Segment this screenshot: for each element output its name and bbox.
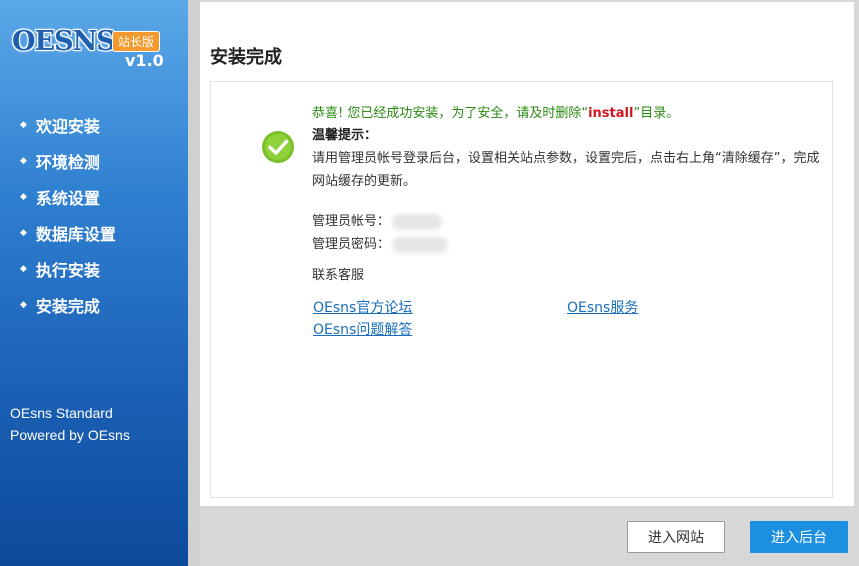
main-panel: 安装完成 恭喜! 您已经成功安装，为了安全，请及时删除“install”目录。 … xyxy=(200,2,854,506)
bullet-icon: ◆ xyxy=(20,300,27,310)
nav-item-label: 执行安装 xyxy=(35,261,100,280)
nav-item-label: 安装完成 xyxy=(35,297,100,316)
logo-text: OESNS xyxy=(12,26,116,57)
version-label: v1.0 xyxy=(125,51,164,70)
nav-item-env-check: ◆ 环境检测 xyxy=(20,143,116,179)
nav-item-welcome: ◆ 欢迎安装 xyxy=(20,107,116,143)
nav-item-label: 环境检测 xyxy=(35,153,100,172)
support-links: OEsns官方论坛 OEsns服务 OEsns问题解答 xyxy=(312,297,822,341)
tip-title: 温馨提示： xyxy=(312,128,378,143)
nav-item-run-install: ◆ 执行安装 xyxy=(20,251,116,287)
bullet-icon: ◆ xyxy=(20,228,27,238)
redacted-password xyxy=(392,236,449,253)
enter-site-button[interactable]: 进入网站 xyxy=(627,521,725,553)
bullet-icon: ◆ xyxy=(20,264,27,274)
faq-link[interactable]: OEsns问题解答 xyxy=(313,319,412,339)
sidebar: OESNS 站长版 v1.0 ◆ 欢迎安装 ◆ 环境检测 ◆ 系统设置 ◆ 数据库设置 … xyxy=(0,0,188,566)
success-text: 恭喜! 您已经成功安装，为了安全，请及时删除“ xyxy=(312,106,589,121)
nav-item-db-settings: ◆ 数据库设置 xyxy=(20,215,116,251)
bullet-icon: ◆ xyxy=(20,156,27,166)
result-content: 恭喜! 您已经成功安装，为了安全，请及时删除“install”目录。 温馨提示：… xyxy=(312,104,822,341)
success-text-end: ”目录。 xyxy=(633,106,680,121)
nav-item-label: 数据库设置 xyxy=(35,225,116,244)
result-box: 恭喜! 您已经成功安装，为了安全，请及时删除“install”目录。 温馨提示：… xyxy=(210,81,833,498)
nav-item-label: 系统设置 xyxy=(35,189,100,208)
powered-by: Powered by OEsns xyxy=(10,427,130,443)
redacted-account xyxy=(392,213,443,230)
admin-password-label: 管理员密码： xyxy=(312,237,391,252)
edition-badge: 站长版 xyxy=(112,31,161,52)
install-steps-nav: ◆ 欢迎安装 ◆ 环境检测 ◆ 系统设置 ◆ 数据库设置 ◆ 执行安装 ◆ 安装完成 xyxy=(20,107,116,323)
divider xyxy=(188,0,200,566)
admin-account-row: 管理员帐号： xyxy=(312,210,822,233)
contact-label: 联系客服 xyxy=(312,268,365,283)
bullet-icon: ◆ xyxy=(20,120,27,130)
logo: OESNS 站长版 v1.0 xyxy=(12,24,172,74)
tip-text: 请用管理员帐号登录后台，设置相关站点参数，设置完后，点击右上角“清除缓存”，完成… xyxy=(312,151,820,189)
success-message: 恭喜! 您已经成功安装，为了安全，请及时删除“install”目录。 xyxy=(312,104,822,124)
success-check-icon xyxy=(262,131,294,163)
bullet-icon: ◆ xyxy=(20,192,27,202)
service-link[interactable]: OEsns服务 xyxy=(567,297,638,317)
admin-password-row: 管理员密码： xyxy=(312,233,822,256)
nav-item-label: 欢迎安装 xyxy=(35,117,100,136)
credentials: 管理员帐号： 管理员密码： xyxy=(312,210,822,256)
admin-account-label: 管理员帐号： xyxy=(312,214,391,229)
install-dir-keyword: install xyxy=(588,106,634,121)
official-forum-link[interactable]: OEsns官方论坛 xyxy=(313,297,412,317)
enter-admin-button[interactable]: 进入后台 xyxy=(750,521,848,553)
page-title: 安装完成 xyxy=(210,47,282,68)
sidebar-footer: OEsns Standard Powered by OEsns xyxy=(10,402,130,446)
nav-item-system-settings: ◆ 系统设置 xyxy=(20,179,116,215)
product-name: OEsns Standard xyxy=(10,405,113,421)
nav-item-install-complete: ◆ 安装完成 xyxy=(20,287,116,323)
